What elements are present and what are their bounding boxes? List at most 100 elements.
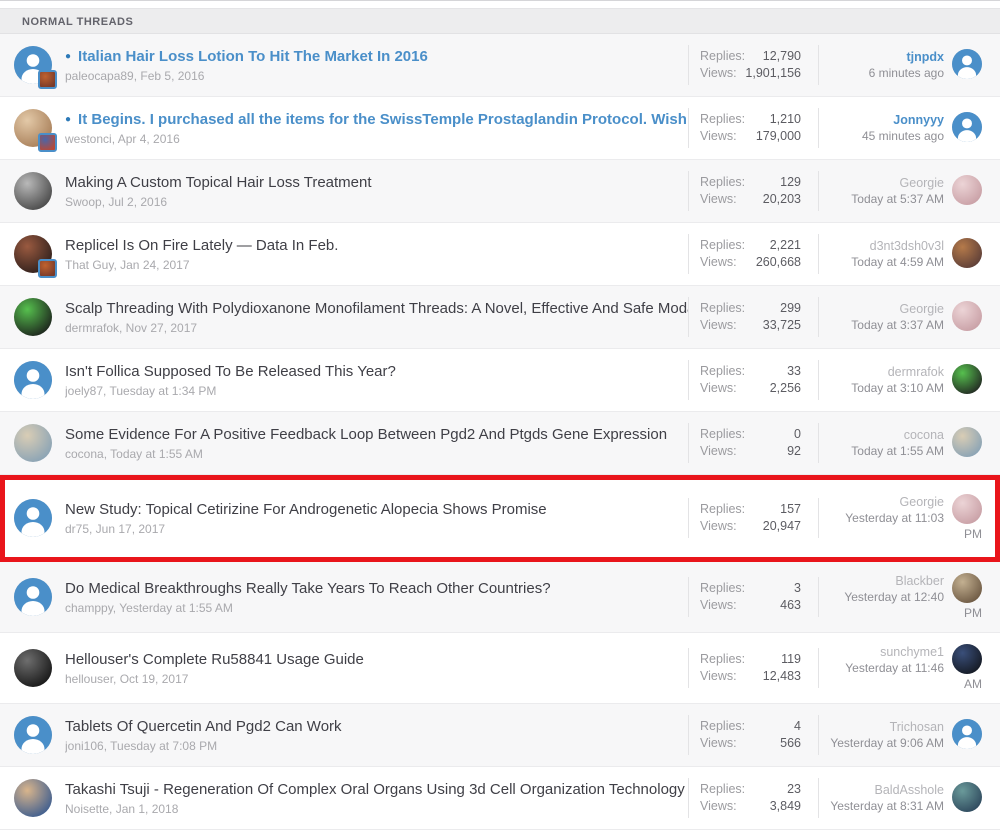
- thread-author-date[interactable]: dermrafok, Nov 27, 2017: [65, 321, 688, 335]
- thread-title-link[interactable]: Do Medical Breakthroughs Really Take Yea…: [65, 580, 551, 597]
- replies-label: Replies:: [700, 781, 745, 798]
- thread-starter-avatar[interactable]: [14, 649, 52, 687]
- last-poster-avatar[interactable]: [952, 427, 982, 457]
- person-icon: [952, 112, 982, 142]
- views-label: Views:: [700, 668, 737, 685]
- last-post-info: Georgie Yesterday at 11:03 PM: [829, 494, 982, 542]
- thread-author-date[interactable]: westonci, Apr 4, 2016: [65, 132, 688, 146]
- replies-label: Replies:: [700, 426, 745, 443]
- thread-stats: Replies: 23 Views: 3,849: [688, 778, 819, 818]
- thread-starter-avatar[interactable]: [14, 46, 52, 84]
- thread-author-date[interactable]: Noisette, Jan 1, 2018: [65, 802, 688, 816]
- thread-stats: Replies: 3 Views: 463: [688, 577, 819, 617]
- avatar[interactable]: [14, 298, 52, 336]
- last-poster-avatar[interactable]: [952, 301, 982, 331]
- thread-starter-avatar[interactable]: [14, 578, 52, 616]
- avatar[interactable]: [14, 361, 52, 399]
- avatar[interactable]: [14, 779, 52, 817]
- views-count: 12,483: [763, 668, 801, 685]
- thread-author-date[interactable]: joely87, Tuesday at 1:34 PM: [65, 384, 688, 398]
- thread-main: Italian Hair Loss Lotion To Hit The Mark…: [65, 47, 688, 83]
- last-poster-avatar[interactable]: [952, 175, 982, 205]
- thread-stats: Replies: 4 Views: 566: [688, 715, 819, 755]
- thread-main: Making A Custom Topical Hair Loss Treatm…: [65, 173, 688, 209]
- avatar[interactable]: [14, 716, 52, 754]
- thread-starter-avatar[interactable]: [14, 109, 52, 147]
- replies-label: Replies:: [700, 174, 745, 191]
- thread-title-link[interactable]: Hellouser's Complete Ru58841 Usage Guide: [65, 651, 364, 668]
- last-poster-avatar[interactable]: [952, 49, 982, 79]
- thread-row: Italian Hair Loss Lotion To Hit The Mark…: [0, 34, 1000, 97]
- last-poster-avatar[interactable]: [952, 719, 982, 749]
- avatar[interactable]: [14, 649, 52, 687]
- last-poster-avatar[interactable]: [952, 494, 982, 524]
- thread-author-date[interactable]: hellouser, Oct 19, 2017: [65, 672, 688, 686]
- views-label: Views:: [700, 65, 737, 82]
- unread-dot-icon[interactable]: [65, 51, 71, 62]
- replies-label: Replies:: [700, 718, 745, 735]
- thread-starter-avatar[interactable]: [14, 298, 52, 336]
- last-post-info: Georgie Today at 3:37 AM: [829, 301, 982, 333]
- thread-title-link[interactable]: Italian Hair Loss Lotion To Hit The Mark…: [78, 48, 428, 65]
- person-icon: [14, 716, 52, 754]
- thread-author-date[interactable]: paleocapa89, Feb 5, 2016: [65, 69, 688, 83]
- last-post-info: d3nt3dsh0v3l Today at 4:59 AM: [829, 238, 982, 270]
- views-label: Views:: [700, 128, 737, 145]
- mini-avatar-overlay[interactable]: [38, 259, 57, 278]
- thread-title-link[interactable]: It Begins. I purchased all the items for…: [78, 111, 687, 128]
- last-poster-avatar[interactable]: [952, 364, 982, 394]
- thread-author-date[interactable]: cocona, Today at 1:55 AM: [65, 447, 688, 461]
- thread-author-date[interactable]: champpy, Yesterday at 1:55 AM: [65, 601, 688, 615]
- avatar[interactable]: [14, 424, 52, 462]
- thread-starter-avatar[interactable]: [14, 172, 52, 210]
- avatar[interactable]: [14, 172, 52, 210]
- thread-row: Replicel Is On Fire Lately — Data In Feb…: [0, 223, 1000, 286]
- thread-stats: Replies: 33 Views: 2,256: [688, 360, 819, 400]
- thread-main: Isn't Follica Supposed To Be Released Th…: [65, 362, 688, 398]
- mini-avatar-overlay[interactable]: [38, 70, 57, 89]
- person-icon: [952, 49, 982, 79]
- person-icon: [14, 578, 52, 616]
- thread-main: Hellouser's Complete Ru58841 Usage Guide…: [65, 650, 688, 686]
- mini-avatar-overlay[interactable]: [38, 133, 57, 152]
- thread-row: It Begins. I purchased all the items for…: [0, 97, 1000, 160]
- thread-starter-avatar[interactable]: [14, 424, 52, 462]
- thread-title-link[interactable]: New Study: Topical Cetirizine For Androg…: [65, 501, 547, 518]
- thread-title-link[interactable]: Making A Custom Topical Hair Loss Treatm…: [65, 174, 372, 191]
- last-poster-avatar[interactable]: [952, 112, 982, 142]
- last-poster-avatar[interactable]: [952, 644, 982, 674]
- replies-label: Replies:: [700, 363, 745, 380]
- thread-starter-avatar[interactable]: [14, 499, 52, 537]
- thread-author-date[interactable]: dr75, Jun 17, 2017: [65, 522, 688, 536]
- replies-count: 1,210: [770, 111, 801, 128]
- replies-count: 299: [780, 300, 801, 317]
- avatar[interactable]: [14, 578, 52, 616]
- thread-row: Scalp Threading With Polydioxanone Monof…: [0, 286, 1000, 349]
- thread-starter-avatar[interactable]: [14, 361, 52, 399]
- last-poster-avatar[interactable]: [952, 238, 982, 268]
- thread-title-link[interactable]: Isn't Follica Supposed To Be Released Th…: [65, 363, 396, 380]
- replies-count: 2,221: [770, 237, 801, 254]
- replies-count: 3: [794, 580, 801, 597]
- thread-starter-avatar[interactable]: [14, 235, 52, 273]
- thread-author-date[interactable]: That Guy, Jan 24, 2017: [65, 258, 688, 272]
- thread-title-link[interactable]: Scalp Threading With Polydioxanone Monof…: [65, 300, 688, 317]
- thread-stats: Replies: 12,790 Views: 1,901,156: [688, 45, 819, 85]
- last-post-info: cocona Today at 1:55 AM: [829, 427, 982, 459]
- thread-title-link[interactable]: Tablets Of Quercetin And Pgd2 Can Work: [65, 718, 342, 735]
- replies-label: Replies:: [700, 580, 745, 597]
- unread-dot-icon[interactable]: [65, 114, 71, 125]
- thread-title-link[interactable]: Takashi Tsuji - Regeneration Of Complex …: [65, 781, 685, 798]
- thread-row: Takashi Tsuji - Regeneration Of Complex …: [0, 767, 1000, 830]
- thread-title-link[interactable]: Some Evidence For A Positive Feedback Lo…: [65, 426, 667, 443]
- avatar[interactable]: [14, 499, 52, 537]
- views-count: 92: [787, 443, 801, 460]
- thread-starter-avatar[interactable]: [14, 779, 52, 817]
- thread-starter-avatar[interactable]: [14, 716, 52, 754]
- thread-main: It Begins. I purchased all the items for…: [65, 110, 688, 146]
- last-poster-avatar[interactable]: [952, 573, 982, 603]
- thread-author-date[interactable]: joni106, Tuesday at 7:08 PM: [65, 739, 688, 753]
- thread-title-link[interactable]: Replicel Is On Fire Lately — Data In Feb…: [65, 237, 338, 254]
- thread-main: New Study: Topical Cetirizine For Androg…: [65, 500, 688, 536]
- thread-author-date[interactable]: Swoop, Jul 2, 2016: [65, 195, 688, 209]
